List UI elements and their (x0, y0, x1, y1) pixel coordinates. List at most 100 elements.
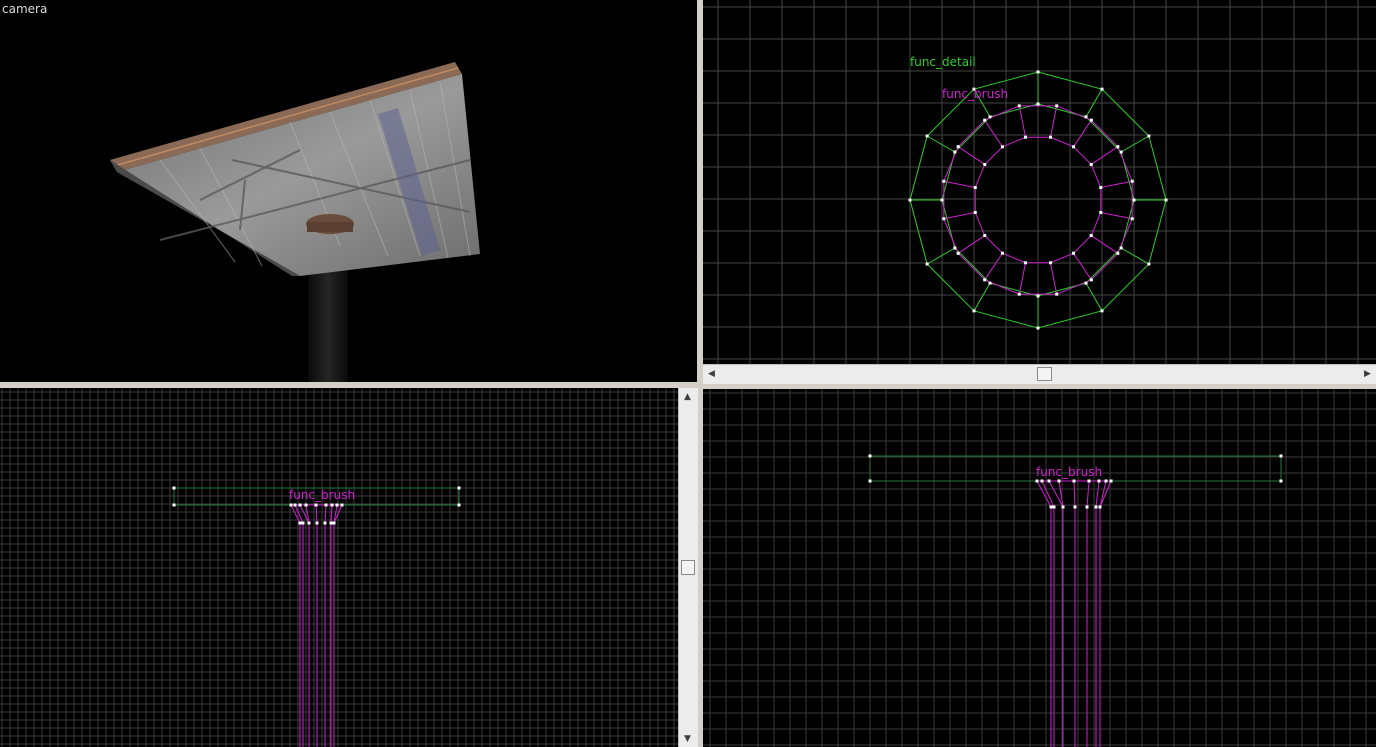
vertex-handle[interactable] (330, 503, 334, 507)
vertex-handle[interactable] (1024, 135, 1028, 139)
vertex-handle[interactable] (942, 179, 946, 183)
vertex-handle[interactable] (1017, 104, 1021, 108)
vertex-handle[interactable] (953, 246, 957, 250)
vertex-handle[interactable] (1089, 278, 1093, 282)
vertex-handle[interactable] (1073, 505, 1077, 509)
vertex-handle[interactable] (1000, 251, 1004, 255)
vertex-handle[interactable] (1000, 145, 1004, 149)
vertex-handle[interactable] (1099, 210, 1103, 214)
vertex-handle[interactable] (1036, 70, 1040, 74)
vertex-handle[interactable] (1164, 198, 1168, 202)
vertex-handle[interactable] (457, 486, 461, 490)
vertex-handle[interactable] (1048, 135, 1052, 139)
vertex-handle[interactable] (335, 503, 339, 507)
vertex-handle[interactable] (1089, 234, 1093, 238)
vertex-handle[interactable] (956, 251, 960, 255)
arrow-right-icon[interactable]: ▶ (1364, 369, 1371, 379)
vertical-scrollbar[interactable]: ▲ ▼ (678, 388, 698, 747)
vertex-handle[interactable] (332, 521, 336, 525)
vertex-handle[interactable] (307, 521, 311, 525)
vertex-handle[interactable] (301, 521, 305, 525)
vertex-handle[interactable] (1130, 217, 1134, 221)
vertex-handle[interactable] (973, 210, 977, 214)
vertex-handle[interactable] (1147, 134, 1151, 138)
vertex-handle[interactable] (1036, 294, 1040, 298)
front-viewport[interactable]: func_brush (703, 389, 1376, 747)
vertex-handle[interactable] (983, 118, 987, 122)
vertex-handle[interactable] (940, 198, 944, 202)
scroll-thumb-horizontal[interactable] (1037, 367, 1052, 381)
vertex-handle[interactable] (1040, 479, 1044, 483)
vertex-handle[interactable] (1130, 179, 1134, 183)
vertex-handle[interactable] (1147, 262, 1151, 266)
vertex-handle[interactable] (1048, 261, 1052, 265)
vertex-handle[interactable] (1055, 292, 1059, 296)
vertex-handle[interactable] (304, 503, 308, 507)
vertex-handle[interactable] (972, 309, 976, 313)
vertex-handle[interactable] (1087, 479, 1091, 483)
vertex-handle[interactable] (1035, 479, 1039, 483)
vertex-handle[interactable] (1061, 505, 1065, 509)
vertex-handle[interactable] (1084, 115, 1088, 119)
vertex-handle[interactable] (988, 281, 992, 285)
vertex-handle[interactable] (1104, 479, 1108, 483)
vertex-handle[interactable] (1049, 505, 1053, 509)
vertex-handle[interactable] (942, 217, 946, 221)
vertex-handle[interactable] (1100, 309, 1104, 313)
vertex-handle[interactable] (983, 162, 987, 166)
vertex-handle[interactable] (1036, 102, 1040, 106)
vertex-handle[interactable] (925, 262, 929, 266)
vertex-handle[interactable] (1109, 479, 1113, 483)
vertex-handle[interactable] (314, 503, 318, 507)
vertex-handle[interactable] (1119, 150, 1123, 154)
vertex-handle[interactable] (956, 145, 960, 149)
vertex-handle[interactable] (293, 503, 297, 507)
vertex-handle[interactable] (315, 521, 319, 525)
vertex-handle[interactable] (1072, 479, 1076, 483)
vertex-handle[interactable] (1057, 479, 1061, 483)
arrow-left-icon[interactable]: ◀ (708, 369, 715, 379)
vertex-handle[interactable] (983, 278, 987, 282)
vertex-handle[interactable] (172, 503, 176, 507)
vertex-handle[interactable] (988, 115, 992, 119)
vertex-handle[interactable] (908, 198, 912, 202)
vertex-handle[interactable] (1052, 505, 1056, 509)
vertex-handle[interactable] (1279, 479, 1283, 483)
vertex-handle[interactable] (1047, 479, 1051, 483)
vertex-handle[interactable] (1119, 246, 1123, 250)
vertex-handle[interactable] (172, 486, 176, 490)
vertex-handle[interactable] (983, 234, 987, 238)
vertex-handle[interactable] (1089, 162, 1093, 166)
top-viewport[interactable]: func_detail func_brush (703, 0, 1376, 364)
vertex-handle[interactable] (1099, 186, 1103, 190)
vertex-handle[interactable] (323, 521, 327, 525)
camera-viewport[interactable]: camera (0, 0, 697, 382)
vertex-handle[interactable] (1055, 104, 1059, 108)
vertex-handle[interactable] (1089, 118, 1093, 122)
vertex-handle[interactable] (953, 150, 957, 154)
vertex-handle[interactable] (457, 503, 461, 507)
vertex-handle[interactable] (329, 521, 333, 525)
side-viewport[interactable]: func_brush (0, 388, 678, 747)
vertex-handle[interactable] (324, 503, 328, 507)
vertex-handle[interactable] (868, 479, 872, 483)
horizontal-scrollbar[interactable]: ◀ ▶ (703, 364, 1376, 384)
vertex-handle[interactable] (1097, 479, 1101, 483)
vertex-handle[interactable] (1132, 198, 1136, 202)
vertex-handle[interactable] (1017, 292, 1021, 296)
vertex-handle[interactable] (298, 521, 302, 525)
arrow-up-icon[interactable]: ▲ (684, 392, 691, 402)
scroll-thumb-vertical[interactable] (681, 560, 695, 575)
vertex-handle[interactable] (1100, 87, 1104, 91)
vertex-handle[interactable] (868, 454, 872, 458)
vertex-handle[interactable] (1116, 251, 1120, 255)
vertex-handle[interactable] (925, 134, 929, 138)
vertex-handle[interactable] (1085, 505, 1089, 509)
vertex-handle[interactable] (298, 503, 302, 507)
vertex-handle[interactable] (973, 186, 977, 190)
vertex-handle[interactable] (1279, 454, 1283, 458)
vertex-handle[interactable] (1072, 145, 1076, 149)
vertex-handle[interactable] (1036, 326, 1040, 330)
vertex-handle[interactable] (1116, 145, 1120, 149)
vertex-handle[interactable] (289, 503, 293, 507)
